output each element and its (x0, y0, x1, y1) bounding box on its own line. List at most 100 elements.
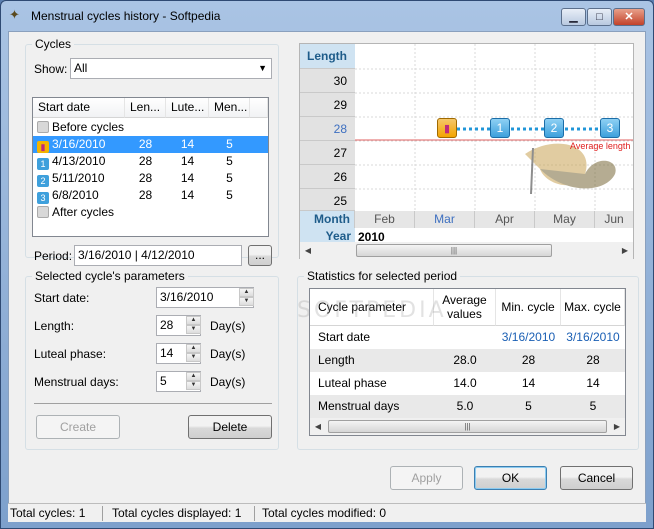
ok-button[interactable]: OK (474, 466, 547, 490)
window-title: Menstrual cycles history - Softpedia (31, 9, 221, 23)
luteal-label: Luteal phase: (34, 347, 107, 361)
spin-down-icon[interactable]: ▼ (239, 297, 254, 306)
y-tick: 30 (300, 69, 355, 93)
col-luteal[interactable]: Lute... (166, 98, 209, 118)
chart-scrollbar[interactable]: ◀ ||| ▶ (300, 242, 633, 259)
cycle-node[interactable]: 3 (600, 118, 620, 138)
cycle-node[interactable]: 2 (544, 118, 564, 138)
show-filter-select[interactable]: All ▼ (70, 58, 272, 79)
scroll-thumb[interactable]: ||| (328, 420, 607, 433)
table-row: Luteal phase 14.0 14 14 (310, 372, 625, 395)
delete-button[interactable]: Delete (188, 415, 272, 439)
current-cycle-icon: ▮ (37, 141, 49, 153)
minimize-button[interactable]: ▁ (561, 8, 586, 26)
menstrual-spinner[interactable]: ▲ ▼ (186, 372, 201, 391)
col-length[interactable]: Len... (125, 98, 166, 118)
y-tick: 29 (300, 93, 355, 117)
create-button[interactable]: Create (36, 415, 120, 439)
cycle-chart[interactable]: Length 30 29 28 27 26 25 ▮ 1 2 3 Average… (299, 43, 634, 259)
menstrual-unit: Day(s) (210, 375, 246, 389)
y-tick: 27 (300, 141, 355, 165)
status-divider (102, 506, 103, 521)
cycles-group: Cycles Show: All ▼ Start date Len... Lut… (25, 37, 279, 266)
app-window: ✦ Menstrual cycles history - Softpedia ▁… (0, 0, 654, 529)
scroll-left-icon[interactable]: ◀ (310, 418, 326, 435)
status-displayed: Total cycles displayed: 1 (112, 506, 242, 520)
scroll-right-icon[interactable]: ▶ (609, 418, 625, 435)
stats-scrollbar[interactable]: ◀ ||| ▶ (310, 418, 625, 435)
close-button[interactable]: ✕ (613, 8, 645, 26)
apply-button[interactable]: Apply (390, 466, 463, 490)
table-row: Menstrual days 5.0 5 5 (310, 395, 625, 418)
col-menstrual[interactable]: Men... (209, 98, 250, 118)
month-label: Jun (595, 211, 633, 228)
title-bar[interactable]: ✦ Menstrual cycles history - Softpedia ▁… (1, 1, 653, 31)
row-length: 28 (138, 154, 153, 168)
cycle-number-icon: 1 (37, 158, 49, 170)
cycle-number-icon: 3 (37, 192, 49, 204)
table-row: Length 28.0 28 28 (310, 349, 625, 372)
stats-min-link[interactable]: 3/16/2010 (496, 326, 561, 349)
spin-down-icon[interactable]: ▼ (186, 381, 201, 390)
spin-up-icon[interactable]: ▲ (239, 288, 254, 297)
row-menstrual: 5 (226, 137, 233, 151)
stats-avg (434, 326, 496, 349)
spin-up-icon[interactable]: ▲ (186, 372, 201, 381)
row-start: 6/8/2010 (52, 188, 99, 202)
length-axis-header: Length (300, 44, 355, 69)
maximize-button[interactable]: □ (587, 8, 612, 26)
menstrual-label: Menstrual days: (34, 375, 119, 389)
start-date-label: Start date: (34, 291, 90, 305)
cycles-list[interactable]: Start date Len... Lute... Men... Before … (32, 97, 269, 237)
y-tick: 25 (300, 189, 355, 211)
period-browse-button[interactable]: ... (248, 245, 272, 266)
list-item-after[interactable]: After cycles (33, 204, 268, 221)
dialog-client-area: Cycles Show: All ▼ Start date Len... Lut… (8, 31, 646, 522)
luteal-spinner[interactable]: ▲ ▼ (186, 344, 201, 363)
stats-avg: 5.0 (456, 399, 474, 413)
row-start: 5/11/2010 (52, 171, 105, 185)
spin-up-icon[interactable]: ▲ (186, 316, 201, 325)
stats-col-min[interactable]: Min. cycle (496, 289, 561, 326)
spin-down-icon[interactable]: ▼ (186, 353, 201, 362)
row-start: 4/13/2010 (52, 154, 106, 168)
stats-max: 14 (586, 376, 600, 390)
length-spinner[interactable]: ▲ ▼ (186, 316, 201, 335)
row-luteal: 14 (180, 137, 195, 151)
stats-max: 28 (586, 353, 600, 367)
stats-param: Length (318, 353, 355, 367)
table-row: Start date 3/16/2010 3/16/2010 (310, 326, 625, 349)
stats-min: 28 (521, 353, 536, 367)
butterfly-icon: ✦ (9, 7, 20, 22)
butterfly-icon (525, 143, 616, 195)
row-menstrual: 5 (226, 154, 233, 168)
period-field[interactable]: 3/16/2010 | 4/12/2010 (74, 245, 242, 266)
scroll-thumb[interactable]: ||| (356, 244, 552, 257)
cycle-node[interactable]: 1 (490, 118, 510, 138)
stats-col-max[interactable]: Max. cycle (561, 289, 625, 326)
scroll-right-icon[interactable]: ▶ (617, 242, 633, 259)
stats-max-link[interactable]: 3/16/2010 (561, 326, 625, 349)
table-row[interactable]: 1 4/13/2010 28 14 5 (33, 153, 268, 170)
status-bar: Total cycles: 1 Total cycles displayed: … (8, 503, 646, 522)
col-start-date[interactable]: Start date (33, 98, 125, 118)
stats-min: 5 (525, 399, 532, 413)
cycle-node-current[interactable]: ▮ (437, 118, 457, 138)
list-item-before[interactable]: Before cycles (33, 119, 268, 136)
table-row[interactable]: ▮ 3/16/2010 28 14 5 (33, 136, 268, 153)
spin-down-icon[interactable]: ▼ (186, 325, 201, 334)
start-date-spinner[interactable]: ▲ ▼ (239, 288, 254, 307)
spin-up-icon[interactable]: ▲ (186, 344, 201, 353)
stats-param: Menstrual days (318, 399, 400, 413)
period-label: Period: (34, 249, 73, 263)
row-length: 28 (138, 171, 153, 185)
row-luteal: 14 (180, 188, 195, 202)
cancel-button[interactable]: Cancel (560, 466, 633, 490)
stats-max: 5 (589, 399, 597, 413)
table-row[interactable]: 2 5/11/2010 28 14 5 (33, 170, 268, 187)
table-row[interactable]: 3 6/8/2010 28 14 5 (33, 187, 268, 204)
length-label: Length: (34, 319, 75, 333)
status-modified: Total cycles modified: 0 (262, 506, 387, 520)
scroll-left-icon[interactable]: ◀ (300, 242, 316, 259)
month-label: Feb (355, 211, 415, 228)
